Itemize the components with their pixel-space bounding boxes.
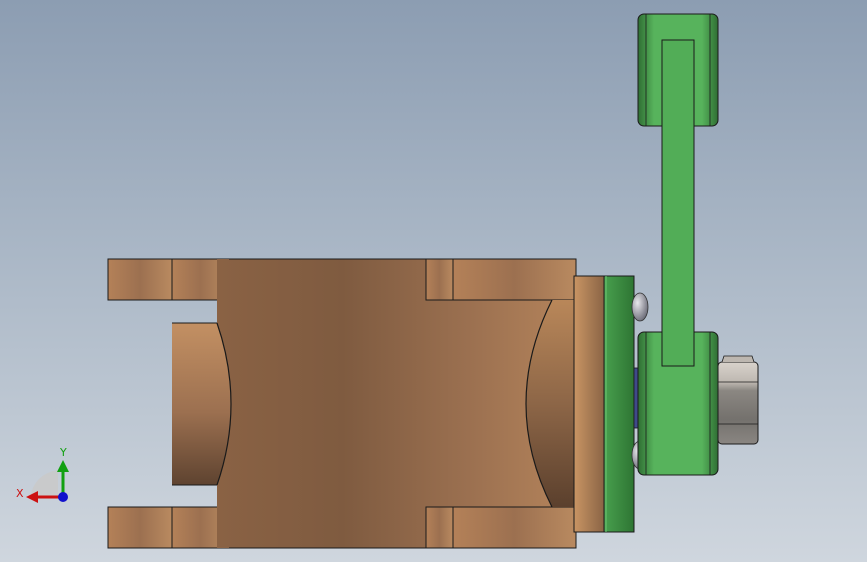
flange-lug-top-left-outer — [107, 258, 173, 301]
green-mounting-plate — [603, 275, 635, 533]
model-canvas[interactable]: Y X — [0, 0, 867, 562]
inlet-port-face — [172, 323, 231, 485]
hex-nut — [717, 361, 759, 445]
flange-lug-top-right-outer — [452, 258, 577, 301]
mounting-plate[interactable] — [603, 275, 635, 533]
lever-arm — [661, 39, 695, 367]
valve-body[interactable] — [107, 258, 605, 549]
triad-y-label: Y — [59, 446, 67, 459]
flange-lug-top-right-inner — [425, 258, 454, 301]
triad-x-label: X — [16, 487, 24, 500]
cad-viewport[interactable]: Y X — [0, 0, 867, 562]
lever-handle[interactable] — [637, 13, 719, 476]
bolt-top — [631, 292, 649, 322]
flange-lug-bottom-right-outer — [452, 506, 577, 549]
flange-lug-bottom-left-outer — [107, 506, 173, 549]
triad-y-arrow-icon — [57, 460, 69, 472]
stem-nut[interactable] — [717, 355, 759, 445]
orientation-triad[interactable]: Y X — [16, 446, 69, 503]
bonnet-collar — [573, 275, 605, 533]
body-cylinder — [217, 259, 576, 548]
triad-z-axis-icon — [58, 492, 68, 502]
flange-lug-bottom-right-inner — [425, 506, 454, 549]
